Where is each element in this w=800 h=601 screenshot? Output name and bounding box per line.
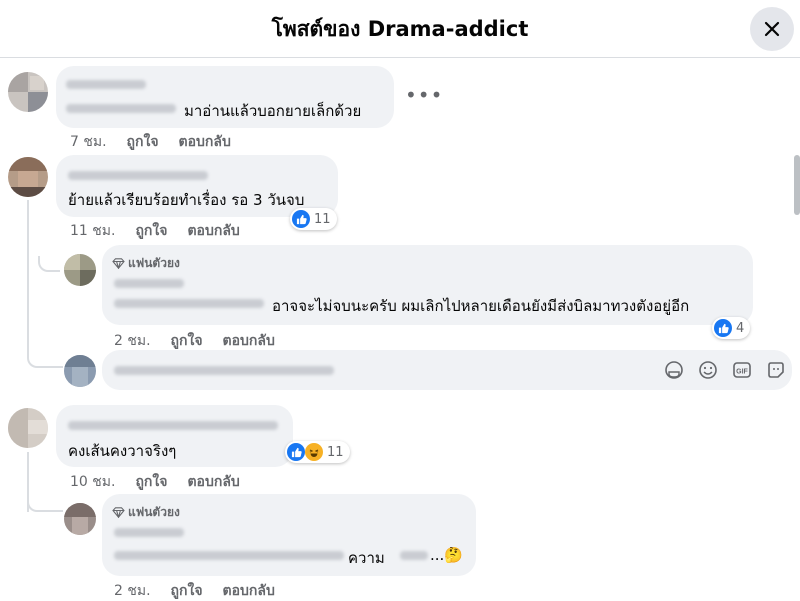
thread-connector xyxy=(27,352,63,368)
comment-bubble: ย้ายแล้วเรียบร้อยทำเรื่อง รอ 3 วันจบ xyxy=(56,155,338,217)
reply-link[interactable]: ตอบกลับ xyxy=(187,471,239,493)
avatar[interactable] xyxy=(64,254,96,286)
text-blurred xyxy=(114,551,344,560)
author-name-blurred xyxy=(114,528,184,537)
avatar[interactable] xyxy=(8,157,48,197)
like-link[interactable]: ถูกใจ xyxy=(135,220,167,242)
comment-actions: 7 ชม. ถูกใจ ตอบกลับ xyxy=(70,131,231,153)
close-icon xyxy=(764,21,780,37)
comment-time[interactable]: 2 ชม. xyxy=(114,580,151,601)
reply-link[interactable]: ตอบกลับ xyxy=(223,330,275,352)
thread-line xyxy=(27,200,29,358)
author-name-blurred xyxy=(68,421,278,430)
gif-icon[interactable]: GIF xyxy=(732,360,752,380)
reaction-summary[interactable]: 11 xyxy=(290,208,337,230)
reply-toolbar: GIF xyxy=(664,360,786,380)
placeholder-blurred xyxy=(114,366,334,375)
more-options-button[interactable]: ••• xyxy=(405,83,443,107)
comment-actions: 10 ชม. ถูกใจ ตอบกลับ xyxy=(70,471,240,493)
author-name-blurred xyxy=(66,80,146,89)
reply-bubble: แฟนตัวยง ความ ...🤔 xyxy=(102,494,476,576)
comment-bubble: คงเส้นคงวาจริงๆ xyxy=(56,405,293,467)
comment-text: คงเส้นคงวาจริงๆ xyxy=(68,442,177,460)
diamond-icon xyxy=(112,507,125,518)
reply-input[interactable]: GIF xyxy=(102,350,792,390)
avatar-sticker-icon[interactable] xyxy=(766,360,786,380)
comment-text: มาอ่านแล้วบอกยายเล็กด้วย xyxy=(184,102,362,120)
top-fan-badge: แฟนตัวยง xyxy=(112,254,180,273)
svg-text:GIF: GIF xyxy=(736,369,748,376)
like-link[interactable]: ถูกใจ xyxy=(171,580,203,601)
close-button[interactable] xyxy=(750,7,794,51)
thread-connector xyxy=(27,496,63,512)
like-reaction-icon xyxy=(292,210,310,228)
comment-time[interactable]: 10 ชม. xyxy=(70,471,115,493)
comment-text: ความ xyxy=(348,549,385,567)
reaction-summary[interactable]: 4 xyxy=(712,317,751,339)
reaction-count: 4 xyxy=(736,320,745,336)
diamond-icon xyxy=(112,258,125,269)
avatar[interactable] xyxy=(8,408,48,448)
text-blurred xyxy=(114,299,264,308)
comment-bubble: มาอ่านแล้วบอกยายเล็กด้วย xyxy=(56,66,394,128)
comment-time[interactable]: 7 ชม. xyxy=(70,131,107,153)
haha-reaction-icon xyxy=(305,443,323,461)
sticker-icon[interactable] xyxy=(664,360,684,380)
reply-link[interactable]: ตอบกลับ xyxy=(187,220,239,242)
comment-actions: 2 ชม. ถูกใจ ตอบกลับ xyxy=(114,580,275,601)
badge-label: แฟนตัวยง xyxy=(128,505,180,519)
reply-bubble: แฟนตัวยง อาจจะไม่จบนะครับ ผมเลิกไปหลายเด… xyxy=(102,245,753,325)
scrollbar[interactable] xyxy=(794,155,800,215)
like-link[interactable]: ถูกใจ xyxy=(171,330,203,352)
comment-time[interactable]: 2 ชม. xyxy=(114,330,151,352)
dialog-header: โพสต์ของ Drama-addict xyxy=(0,0,800,58)
text-blurred xyxy=(66,104,176,113)
avatar[interactable] xyxy=(64,503,96,535)
top-fan-badge: แฟนตัวยง xyxy=(112,503,180,522)
comment-time[interactable]: 11 ชม. xyxy=(70,220,115,242)
dialog-title: โพสต์ของ Drama-addict xyxy=(271,17,529,41)
text-blurred xyxy=(400,551,428,560)
avatar[interactable] xyxy=(8,72,48,112)
reply-link[interactable]: ตอบกลับ xyxy=(223,580,275,601)
comment-actions: 11 ชม. ถูกใจ ตอบกลับ xyxy=(70,220,240,242)
my-avatar[interactable] xyxy=(64,355,96,387)
reaction-summary[interactable]: 11 xyxy=(285,441,350,463)
badge-label: แฟนตัวยง xyxy=(128,256,180,270)
author-name-blurred xyxy=(114,279,184,288)
comment-text: อาจจะไม่จบนะครับ ผมเลิกไปหลายเดือนยังมีส… xyxy=(272,297,690,315)
like-reaction-icon xyxy=(287,443,305,461)
reaction-count: 11 xyxy=(314,211,331,227)
comment-text-end: ...🤔 xyxy=(430,546,463,564)
like-link[interactable]: ถูกใจ xyxy=(127,131,159,153)
reply-link[interactable]: ตอบกลับ xyxy=(179,131,231,153)
emoji-icon[interactable] xyxy=(698,360,718,380)
thread-connector xyxy=(38,256,60,272)
author-name-blurred xyxy=(68,171,208,180)
like-link[interactable]: ถูกใจ xyxy=(135,471,167,493)
comment-text: ย้ายแล้วเรียบร้อยทำเรื่อง รอ 3 วันจบ xyxy=(68,191,305,209)
like-reaction-icon xyxy=(714,319,732,337)
comment-actions: 2 ชม. ถูกใจ ตอบกลับ xyxy=(114,330,275,352)
reaction-count: 11 xyxy=(327,444,344,460)
